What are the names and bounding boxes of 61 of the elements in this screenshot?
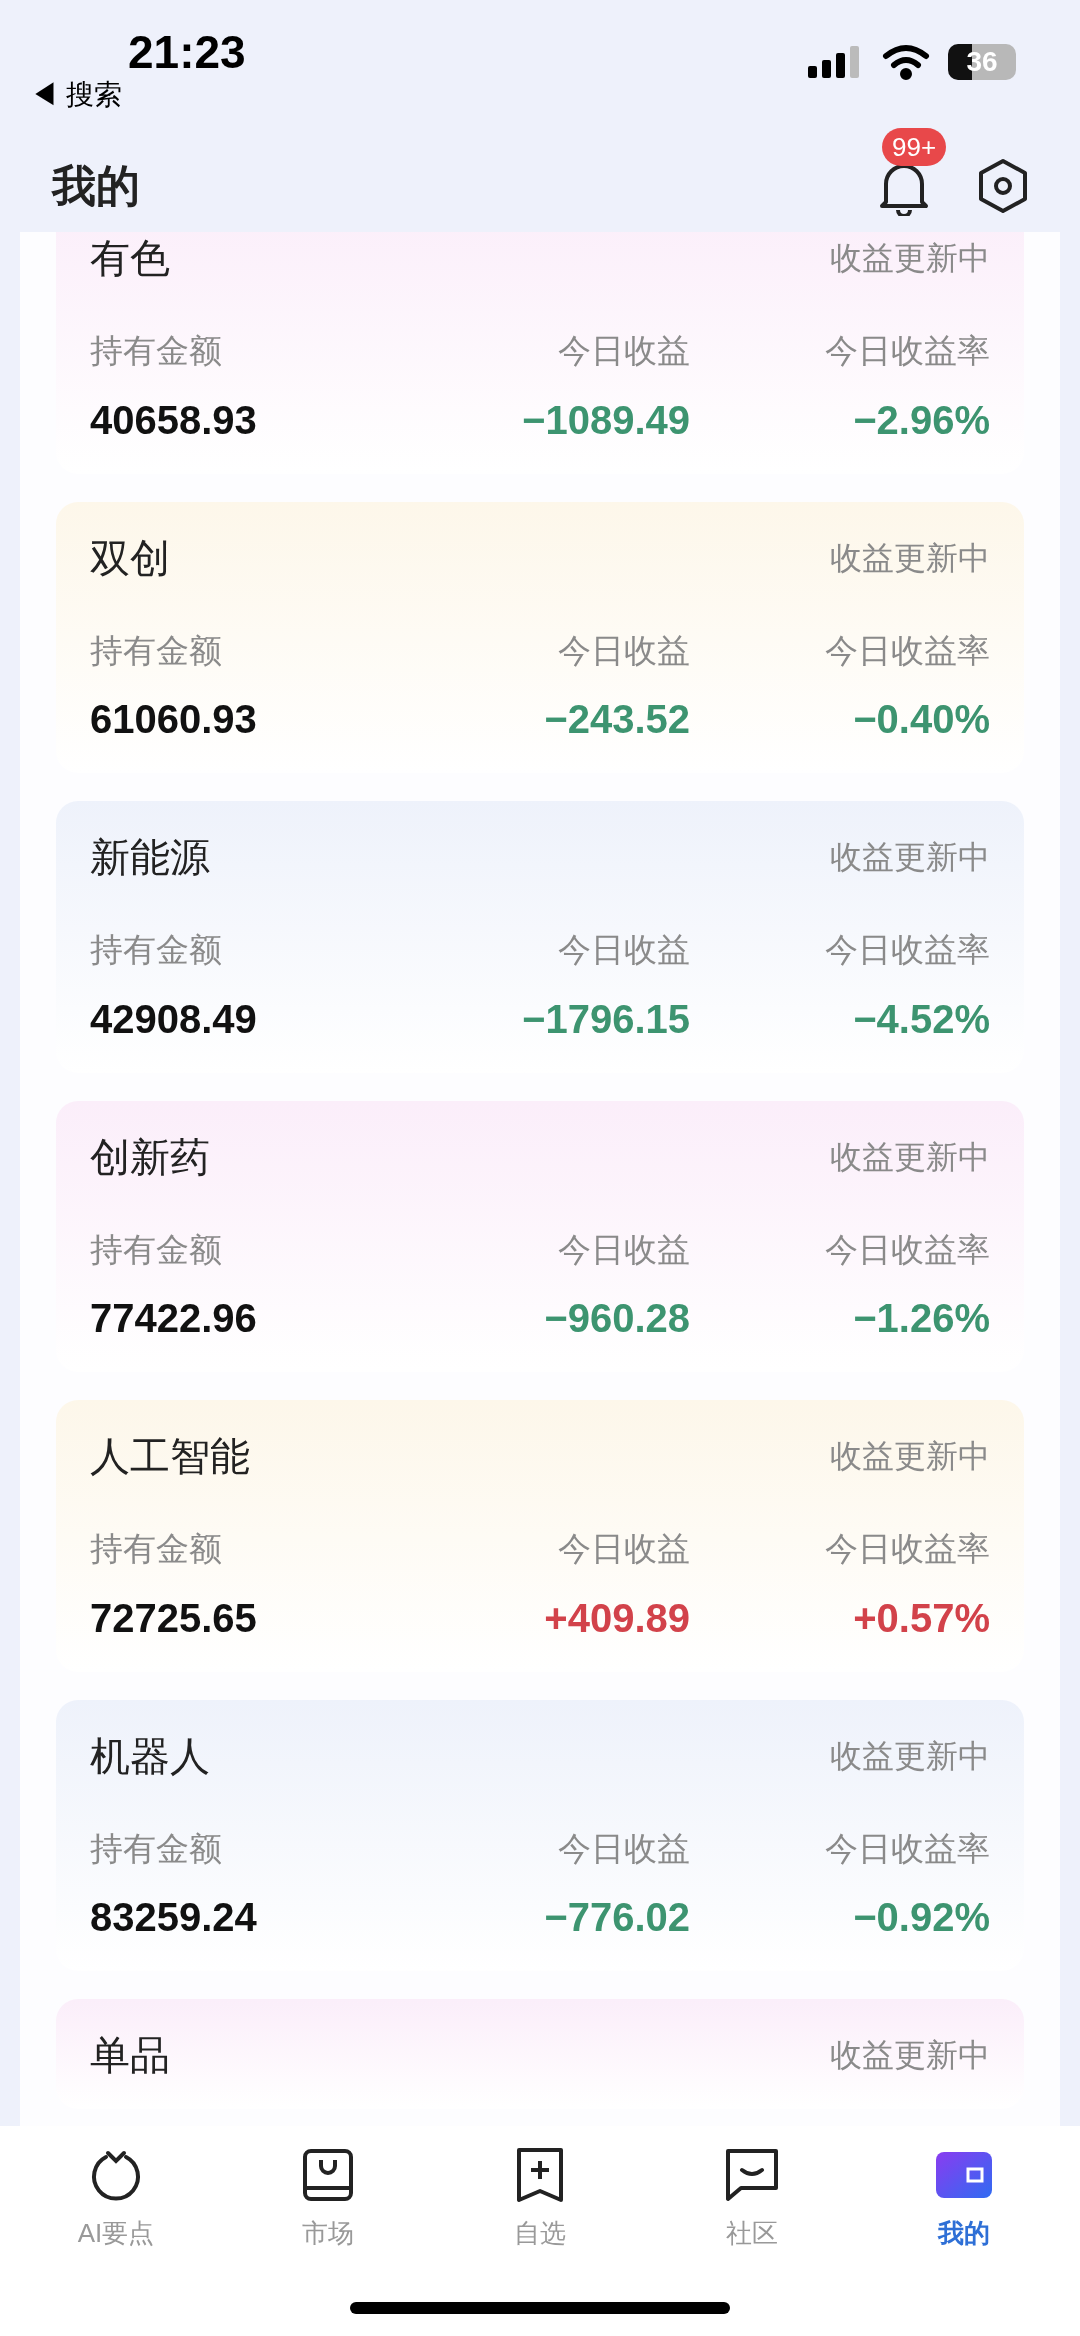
field-label: 持有金额 [90,630,223,671]
fund-name: 有色 [90,235,170,282]
field-label: 今日收益率 [824,630,990,671]
field-label: 今日收益 [557,1229,690,1270]
field-label: 今日收益 [557,331,690,371]
field-label: 持有金额 [90,331,223,371]
daily-gain: +409.89 [543,1594,690,1642]
back-link[interactable]: ◀ 搜索 [30,74,122,116]
field-label: 今日收益率 [824,1229,990,1270]
bag-icon [302,2148,354,2202]
fund-name: 双创 [90,534,170,582]
daily-gain-rate: −0.40% [852,696,990,743]
status-text: 收益更新中 [830,538,990,578]
fund-name: 创新药 [90,1133,210,1181]
holding-amount: 61060.93 [90,696,258,743]
status-text: 收益更新中 [830,838,990,877]
status-text: 收益更新中 [830,239,990,278]
field-label: 今日收益率 [824,930,990,970]
fund-name: 机器人 [90,1732,210,1780]
fund-name: 人工智能 [90,1433,250,1480]
field-label: 今日收益 [557,630,690,671]
holding-amount: 77422.96 [90,1295,258,1342]
holding-amount: 40658.93 [90,396,258,444]
page-title: 我的 [52,160,140,212]
field-label: 今日收益率 [824,1529,990,1569]
daily-gain: −776.02 [543,1894,690,1941]
holding-amount: 83259.24 [90,1894,258,1941]
daily-gain-rate: −0.92% [852,1894,990,1941]
fund-name: 单品 [90,2032,170,2079]
field-label: 今日收益 [557,1529,690,1569]
field-label: 今日收益率 [824,1828,990,1869]
field-label: 持有金额 [90,1828,223,1869]
tab-bar-item[interactable]: 我的 [889,2146,1039,2253]
daily-gain-rate: −1.26% [852,1295,990,1342]
daily-gain: −1089.49 [521,396,690,444]
chat-icon [725,2148,779,2202]
status-text: 收益更新中 [830,2036,990,2075]
daily-gain: −960.28 [543,1295,690,1342]
daily-gain: −1796.15 [521,995,690,1043]
field-label: 持有金额 [90,1529,223,1569]
field-label: 今日收益 [557,1828,690,1869]
wallet-icon [936,2152,992,2198]
daily-gain-rate: −2.96% [852,396,990,444]
status-text: 收益更新中 [830,1437,990,1476]
field-label: 持有金额 [90,930,223,970]
holding-amount: 72725.65 [90,1594,258,1642]
bookmark-plus-icon [516,2147,564,2203]
status-text: 收益更新中 [830,1137,990,1177]
settings-icon[interactable] [978,158,1028,214]
daily-gain: −243.52 [543,696,690,743]
daily-gain-rate: −4.52% [852,995,990,1043]
daily-gain-rate: +0.57% [852,1594,990,1642]
field-label: 今日收益 [557,930,690,970]
wifi-icon [882,44,930,80]
status-text: 收益更新中 [830,1736,990,1776]
holding-amount: 42908.49 [90,995,258,1043]
field-label: 今日收益率 [824,331,990,371]
field-label: 持有金额 [90,1229,223,1270]
fund-name: 新能源 [90,834,210,881]
notification-badge: 99+ [882,128,947,166]
status-time: 21:23 [128,25,246,80]
